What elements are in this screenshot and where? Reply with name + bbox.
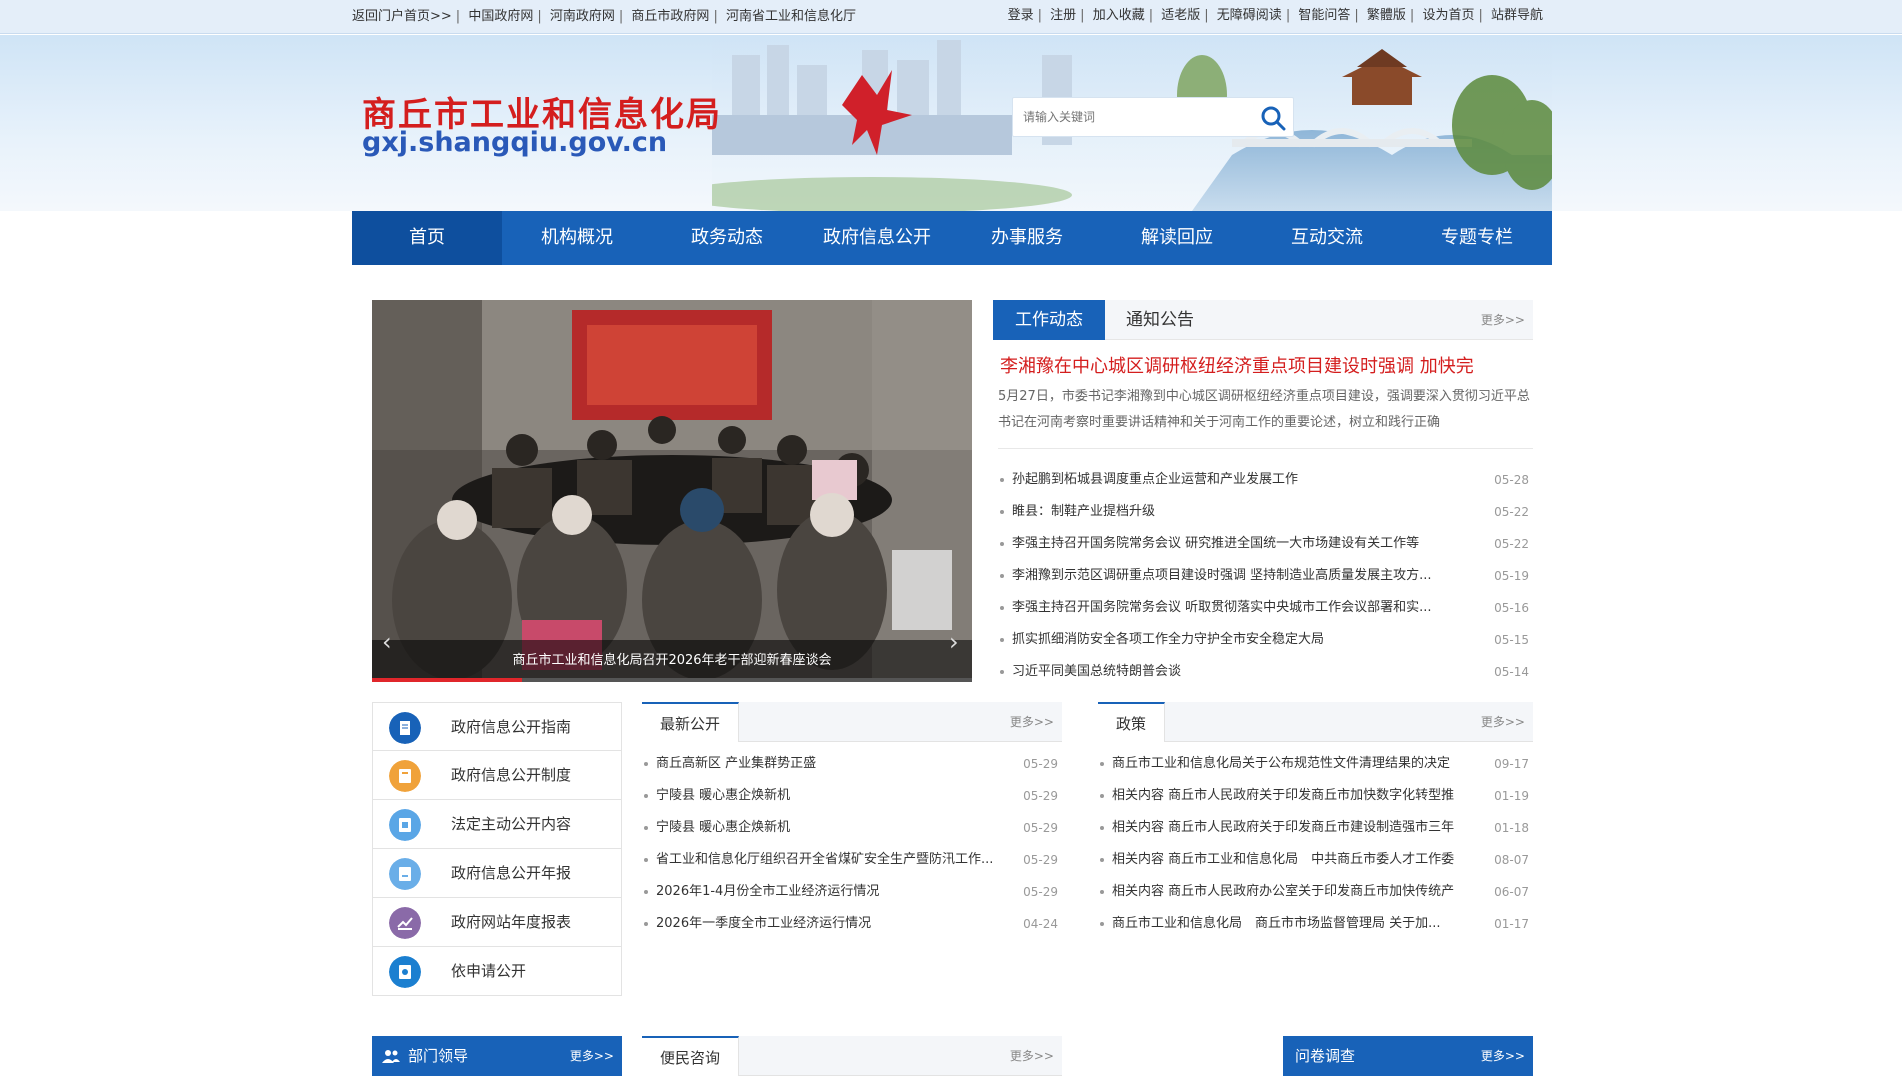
news-divider [998, 448, 1533, 449]
book-icon [389, 760, 421, 792]
search-input[interactable] [1023, 98, 1253, 136]
sidebar-item-guide[interactable]: 政府信息公开指南 [372, 702, 622, 751]
slider-photo [372, 300, 972, 682]
elderly-link[interactable]: 适老版 [1161, 8, 1200, 23]
report-icon [389, 858, 421, 890]
news-slider[interactable]: 商丘市工业和信息化局召开2026年老干部迎新春座谈会 [372, 300, 972, 682]
list-item[interactable]: 商丘市工业和信息化局 商丘市市场监督管理局 关于加... 01-17 [1098, 908, 1533, 940]
top-link-henan-miit[interactable]: 河南省工业和信息化厅 [726, 9, 856, 24]
survey-title[interactable]: 问卷调查 [1295, 1036, 1355, 1076]
site-group-link[interactable]: 站群导航 [1491, 8, 1543, 23]
list-item[interactable]: 商丘高新区 产业集群势正盛 05-29 [642, 748, 1062, 780]
consult-more-link[interactable]: 更多>> [1010, 1036, 1054, 1076]
sidebar-item-annual-report[interactable]: 政府信息公开年报 [372, 849, 622, 898]
site-logo-domain: gxj.shangqiu.gov.cn [362, 127, 668, 158]
list-item[interactable]: 2026年1-4月份全市工业经济运行情况 05-29 [642, 876, 1062, 908]
sidebar-item-content[interactable]: 法定主动公开内容 [372, 800, 622, 849]
favorite-link[interactable]: 加入收藏 [1093, 8, 1145, 23]
news-headline[interactable]: 李湘豫在中心城区调研枢纽经济重点项目建设时强调 加快完 [1000, 352, 1535, 378]
policy-panel: 政策 更多>> 商丘市工业和信息化局关于公布规范性文件清理结果的决定 09-17 … [1098, 702, 1533, 1002]
file-icon [389, 809, 421, 841]
header-banner: 商丘市工业和信息化局 gxj.shangqiu.gov.cn [0, 35, 1902, 211]
chart-icon [389, 907, 421, 939]
news-summary: 5月27日，市委书记李湘豫到中心城区调研枢纽经济重点项目建设，强调要深入贯彻习近… [998, 389, 1530, 430]
tab-work-news[interactable]: 工作动态 [993, 300, 1105, 340]
top-links-left: 返回门户首页>> | 中国政府网 | 河南政府网 | 商丘市政府网 | 河南省工业和信息… [352, 9, 856, 24]
consult-header: 便民咨询 更多>> [642, 1036, 1062, 1076]
apply-icon [389, 956, 421, 988]
login-link[interactable]: 登录 [1008, 8, 1034, 23]
main-nav: 首页 机构概况 政务动态 政府信息公开 办事服务 解读回应 互动交流 专题专栏 [352, 211, 1552, 265]
list-item[interactable]: 相关内容 商丘市人民政府关于印发商丘市加快数字化转型推 01-19 [1098, 780, 1533, 812]
nav-interpret[interactable]: 解读回应 [1102, 211, 1252, 265]
news-more-link[interactable]: 更多>> [1481, 300, 1525, 340]
list-item[interactable]: 相关内容 商丘市人民政府关于印发商丘市建设制造强市三年 01-18 [1098, 812, 1533, 844]
info-open-sidebar: 政府信息公开指南 政府信息公开制度 法定主动公开内容 政府信息公开年报 政府网站… [372, 702, 622, 996]
consult-title[interactable]: 便民咨询 [642, 1036, 740, 1076]
slider-caption[interactable]: 商丘市工业和信息化局召开2026年老干部迎新春座谈会 [372, 640, 972, 682]
list-item[interactable]: 李强主持召开国务院常务会议 听取贯彻落实中央城市工作会议部署和实... 05-16 [998, 592, 1533, 624]
search-box [1012, 97, 1294, 137]
latest-open-panel: 最新公开 更多>> 商丘高新区 产业集群势正盛 05-29 宁陵县 暖心惠企焕新机… [642, 702, 1062, 1002]
top-link-gov-cn[interactable]: 中国政府网 [468, 9, 533, 24]
tab-notices[interactable]: 通知公告 [1105, 300, 1215, 340]
top-link-shangqiu[interactable]: 商丘市政府网 [631, 9, 709, 24]
top-link-henan[interactable]: 河南政府网 [550, 9, 615, 24]
nav-news[interactable]: 政务动态 [652, 211, 802, 265]
sidebar-item-apply[interactable]: 依申请公开 [372, 947, 622, 996]
nav-interact[interactable]: 互动交流 [1252, 211, 1402, 265]
list-item[interactable]: 省工业和信息化厅组织召开全省煤矿安全生产暨防汛工作... 05-29 [642, 844, 1062, 876]
survey-more-link[interactable]: 更多>> [1481, 1036, 1525, 1076]
set-homepage-link[interactable]: 设为首页 [1422, 8, 1474, 23]
list-item[interactable]: 相关内容 商丘市人民政府办公室关于印发商丘市加快传统产 06-07 [1098, 876, 1533, 908]
leaders-title[interactable]: 部门领导 [408, 1036, 468, 1076]
nav-org[interactable]: 机构概况 [502, 211, 652, 265]
register-link[interactable]: 注册 [1050, 8, 1076, 23]
slider-next-icon[interactable]: › [949, 628, 959, 656]
list-item[interactable]: 相关内容 商丘市工业和信息化局 中共商丘市委人才工作委 08-07 [1098, 844, 1533, 876]
policy-title[interactable]: 政策 [1098, 702, 1166, 742]
latest-more-link[interactable]: 更多>> [1010, 702, 1054, 742]
list-item[interactable]: 孙起鹏到柘城县调度重点企业运营和产业发展工作 05-28 [998, 464, 1533, 496]
slider-progress [372, 678, 972, 682]
leaders-more-link[interactable]: 更多>> [570, 1036, 614, 1076]
news-tabs: 工作动态 通知公告 更多>> [993, 300, 1533, 340]
list-item[interactable]: 李湘豫到示范区调研重点项目建设时强调 坚持制造业高质量发展主攻方... 05-19 [998, 560, 1533, 592]
list-item[interactable]: 睢县：制鞋产业提档升级 05-22 [998, 496, 1533, 528]
list-item[interactable]: 商丘市工业和信息化局关于公布规范性文件清理结果的决定 09-17 [1098, 748, 1533, 780]
sidebar-item-web-report[interactable]: 政府网站年度报表 [372, 898, 622, 947]
accessibility-link[interactable]: 无障碍阅读 [1217, 8, 1282, 23]
news-list: 孙起鹏到柘城县调度重点企业运营和产业发展工作 05-28 睢县：制鞋产业提档升级 0… [998, 464, 1533, 688]
list-item[interactable]: 抓实抓细消防安全各项工作全力守护全市安全稳定大局 05-15 [998, 624, 1533, 656]
top-link-portal[interactable]: 返回门户首页>> [352, 9, 452, 24]
policy-more-link[interactable]: 更多>> [1481, 702, 1525, 742]
survey-header: 问卷调查 更多>> [1283, 1036, 1533, 1076]
nav-topics[interactable]: 专题专栏 [1402, 211, 1552, 265]
list-item[interactable]: 宁陵县 暖心惠企焕新机 05-29 [642, 780, 1062, 812]
sidebar-item-rules[interactable]: 政府信息公开制度 [372, 751, 622, 800]
smart-qa-link[interactable]: 智能问答 [1298, 8, 1350, 23]
document-icon [389, 712, 421, 744]
list-item[interactable]: 宁陵县 暖心惠企焕新机 05-29 [642, 812, 1062, 844]
search-icon[interactable] [1259, 104, 1287, 132]
top-links-right: 登录 | 注册 | 加入收藏 | 适老版 | 无障碍阅读 | 智能问答 | 繁體版 | 设为首… [1007, 8, 1543, 23]
list-item[interactable]: 2026年一季度全市工业经济运行情况 04-24 [642, 908, 1062, 940]
list-item[interactable]: 习近平同美国总统特朗普会谈 05-14 [998, 656, 1533, 688]
slider-prev-icon[interactable]: ‹ [382, 628, 392, 656]
nav-info-open[interactable]: 政府信息公开 [802, 211, 952, 265]
list-item[interactable]: 李强主持召开国务院常务会议 研究推进全国统一大市场建设有关工作等 05-22 [998, 528, 1533, 560]
latest-open-title[interactable]: 最新公开 [642, 702, 740, 742]
nav-home[interactable]: 首页 [352, 211, 502, 265]
traditional-link[interactable]: 繁體版 [1367, 8, 1406, 23]
nav-services[interactable]: 办事服务 [952, 211, 1102, 265]
people-icon [382, 1050, 400, 1063]
leaders-header: 部门领导 更多>> [372, 1036, 622, 1076]
top-bar: 返回门户首页>> | 中国政府网 | 河南政府网 | 商丘市政府网 | 河南省工业和信息… [0, 0, 1902, 34]
main-content: 商丘市工业和信息化局召开2026年老干部迎新春座谈会 ‹ › 工作动态 通知公告… [352, 280, 1552, 1080]
